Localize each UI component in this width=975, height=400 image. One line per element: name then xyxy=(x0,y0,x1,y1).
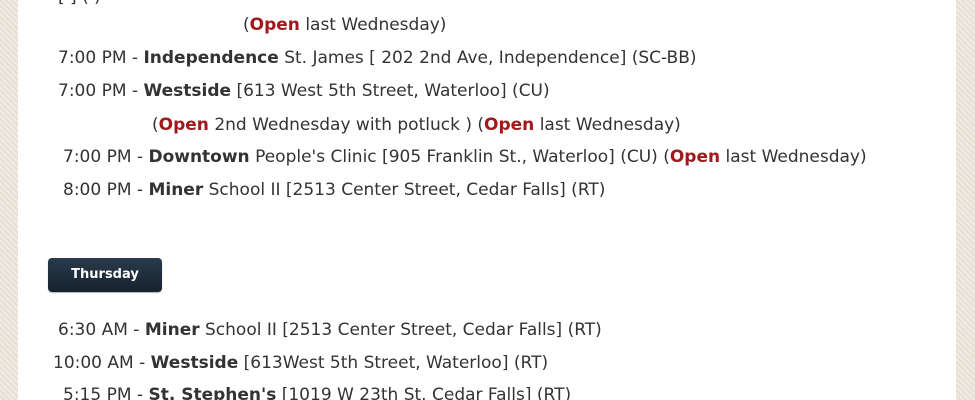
meeting-row-westside: 7:00 PM - Westside [613 West 5th Street,… xyxy=(58,81,550,101)
meeting-row-downtown: 7:00 PM - Downtown People's Clinic [905 … xyxy=(63,147,867,167)
meeting-note-westside: (Open 2nd Wednesday with potluck ) (Open… xyxy=(152,115,681,135)
meeting-group: Miner xyxy=(148,180,204,200)
meeting-details: [613West 5th Street, Waterloo] (RT) xyxy=(243,353,549,373)
meeting-details: School II [2513 Center Street, Cedar Fal… xyxy=(208,180,606,200)
meeting-group: Independence xyxy=(143,48,279,68)
meeting-group: Westside xyxy=(150,353,239,373)
meeting-group: Westside xyxy=(143,81,232,101)
meeting-note-open-last-wednesday: (Open last Wednesday) xyxy=(243,15,447,35)
meeting-row-st-stephens: 5:15 PM - St. Stephen's [1019 W 23th St.… xyxy=(63,384,571,400)
meeting-row-independence: 7:00 PM - Independence St. James [ 202 2… xyxy=(58,48,697,68)
thursday-day-button[interactable]: Thursday xyxy=(48,258,162,292)
open-label: Open xyxy=(669,147,721,167)
meeting-group: Downtown xyxy=(148,147,250,167)
meeting-details: St. James [ 202 2nd Ave, Independence] (… xyxy=(284,48,697,68)
meeting-details: [613 West 5th Street, Waterloo] (CU) xyxy=(236,81,550,101)
meeting-details: [1019 W 23th St. Cedar Falls] (RT) xyxy=(281,385,572,400)
meeting-time: 7:00 PM xyxy=(58,81,127,101)
cropped-meeting-line: [ ] ( ) xyxy=(58,0,101,8)
meeting-row-westside-thursday: 10:00 AM - Westside [613West 5th Street,… xyxy=(53,353,549,373)
meeting-group: St. Stephen's xyxy=(148,385,277,400)
meeting-time: 5:15 PM xyxy=(63,385,132,400)
meeting-row-miner-thursday: 6:30 AM - Miner School II [2513 Center S… xyxy=(58,320,602,340)
meeting-details: School II [2513 Center Street, Cedar Fal… xyxy=(205,320,602,340)
page-background: [ ] ( ) (Open last Wednesday) 7:00 PM - … xyxy=(0,0,975,400)
meeting-time: 6:30 AM xyxy=(58,320,128,340)
meeting-time: 10:00 AM xyxy=(53,353,134,373)
meeting-time: 7:00 PM xyxy=(63,147,132,167)
meeting-time: 8:00 PM xyxy=(63,180,132,200)
open-label: Open xyxy=(249,15,300,35)
meeting-details: People's Clinic [905 Franklin St., Water… xyxy=(255,147,670,167)
open-label: Open xyxy=(484,115,535,135)
meeting-row-miner-wednesday: 8:00 PM - Miner School II [2513 Center S… xyxy=(63,180,606,200)
meeting-group: Miner xyxy=(144,320,200,340)
open-label: Open xyxy=(158,115,209,135)
meeting-schedule-panel: [ ] ( ) (Open last Wednesday) 7:00 PM - … xyxy=(18,0,956,400)
meeting-time: 7:00 PM xyxy=(58,48,127,68)
